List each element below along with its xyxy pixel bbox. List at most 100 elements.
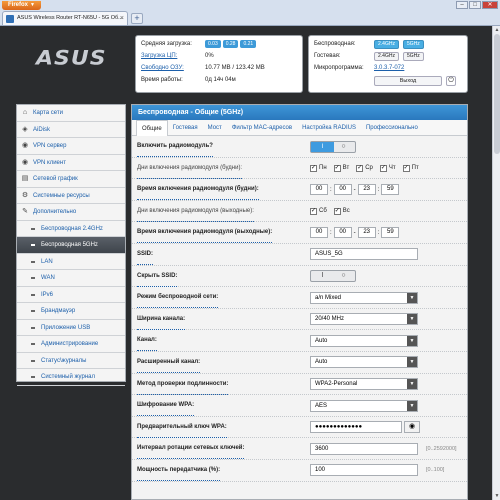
ssid-row: SSID: ASUS_5G bbox=[132, 244, 467, 266]
tab-professional[interactable]: Профессионально bbox=[361, 120, 423, 136]
weekdays-row: Дни включения радиомодуля (будни): ✓ Пн ✓… bbox=[132, 158, 467, 180]
tab-bridge[interactable]: Мост bbox=[203, 120, 227, 136]
enable-radio-row: Включить радиомодуль? I ○ bbox=[132, 136, 467, 158]
traffic-icon: ▤ bbox=[21, 175, 29, 182]
weekday-end-hour-input[interactable]: 23 bbox=[357, 184, 376, 196]
weekend-row: Дни включения радиомодуля (выходные): ✓ С… bbox=[132, 201, 467, 223]
rotation-input[interactable]: 3600 bbox=[310, 442, 418, 455]
sidebar-subitem-syslog[interactable]: Системный журнал bbox=[17, 369, 125, 386]
sidebar-item-resources[interactable]: ⚙ Системные ресурсы bbox=[17, 188, 125, 204]
ssid-label: SSID: bbox=[137, 244, 154, 265]
maximize-button[interactable]: □ bbox=[469, 1, 481, 9]
weekend-end-min-input[interactable]: 59 bbox=[381, 227, 400, 239]
sidebar-subitem-firewall[interactable]: Брандмауэр bbox=[17, 303, 125, 320]
ssid-input[interactable]: ASUS_5G bbox=[310, 248, 418, 261]
weekday-start-hour-input[interactable]: 00 bbox=[310, 184, 328, 196]
sidebar-item-aidisk[interactable]: ◈ AiDisk bbox=[17, 122, 125, 138]
chevron-down-icon: ▼ bbox=[407, 379, 417, 390]
tab-mac-filter[interactable]: Фильтр MAC-адресов bbox=[227, 120, 297, 136]
sidebar: ⌂ Карта сети ◈ AiDisk ◉ VPN сервер ◉ VPN кли… bbox=[16, 104, 126, 386]
cpu-load-value: 0% bbox=[205, 53, 214, 59]
sidebar-subitem-wireless-5[interactable]: Беспроводная 5GHz bbox=[17, 237, 125, 254]
txpower-input[interactable]: 100 bbox=[310, 464, 418, 477]
weekday-tue-checkbox[interactable]: ✓ Вт bbox=[333, 164, 349, 172]
weekday-thu-checkbox[interactable]: ✓ Чт bbox=[379, 164, 396, 172]
sidebar-subitem-status[interactable]: Статус\журналы bbox=[17, 353, 125, 369]
weekend-sat-checkbox[interactable]: ✓ Сб bbox=[310, 207, 327, 215]
encryption-label: Шифрование WPA: bbox=[137, 395, 195, 417]
tab-radius[interactable]: Настройка RADIUS bbox=[297, 120, 361, 136]
tab-general[interactable]: Общие bbox=[136, 119, 168, 136]
aidisk-icon: ◈ bbox=[22, 125, 28, 133]
weekday-start-min-input[interactable]: 00 bbox=[333, 184, 352, 196]
firefox-menu-button[interactable]: Firefox ▼ bbox=[2, 1, 41, 10]
weekend-start-min-input[interactable]: 00 bbox=[333, 227, 352, 239]
enable-radio-label: Включить радиомодуль? bbox=[137, 136, 213, 157]
eye-icon[interactable]: ◉ bbox=[404, 421, 420, 434]
cpu-load-link[interactable]: Загрузка ЦП: bbox=[141, 53, 205, 59]
psk-input[interactable]: ●●●●●●●●●●●●● bbox=[310, 421, 402, 434]
txpower-row: Мощность передатчика (%): 100 [0..100] bbox=[132, 460, 467, 482]
tab-close-icon[interactable]: × bbox=[120, 12, 124, 25]
scroll-up-icon[interactable]: ▲ bbox=[493, 26, 500, 34]
ext-channel-select[interactable]: Auto ▼ bbox=[310, 356, 418, 369]
browser-tab[interactable]: ASUS Wireless Router RT-N65U - 5G Об... … bbox=[2, 11, 128, 25]
channel-width-row: Ширина канала: 20/40 MHz ▼ bbox=[132, 309, 467, 331]
sidebar-item-vpn-client[interactable]: ◉ VPN клиент bbox=[17, 155, 125, 171]
sidebar-item-traffic[interactable]: ▤ Сетевой график bbox=[17, 171, 125, 188]
sidebar-subitem-lan[interactable]: LAN bbox=[17, 254, 125, 270]
weekday-fri-checkbox[interactable]: ✓ Пт bbox=[402, 164, 419, 172]
auth-label: Метод проверки подлинности: bbox=[137, 374, 229, 395]
close-window-button[interactable]: ✕ bbox=[482, 1, 498, 9]
sidebar-subitem-wan[interactable]: WAN bbox=[17, 270, 125, 287]
weekday-time-row: Время включения радиомодуля (будни): 00:… bbox=[132, 179, 467, 201]
free-ram-value: 10.77 MB / 123.42 MB bbox=[205, 65, 265, 71]
free-ram-link[interactable]: Свободно ОЗУ: bbox=[141, 65, 205, 71]
weekday-mon-checkbox[interactable]: ✓ Пн bbox=[310, 164, 327, 172]
channel-width-select[interactable]: 20/40 MHz ▼ bbox=[310, 313, 418, 326]
scroll-down-icon[interactable]: ▼ bbox=[493, 492, 500, 500]
psk-label: Предварительный ключ WPA: bbox=[137, 417, 227, 438]
sidebar-subitem-ipv6[interactable]: IPv6 bbox=[17, 287, 125, 303]
page-scrollbar[interactable]: ▲ ▼ bbox=[492, 26, 500, 500]
logout-button[interactable]: Выход bbox=[374, 76, 442, 86]
weekday-end-min-input[interactable]: 59 bbox=[381, 184, 400, 196]
hide-ssid-toggle[interactable]: I ○ bbox=[310, 270, 356, 283]
sidebar-subitem-wireless-24[interactable]: Беспроводная 2.4GHz bbox=[17, 221, 125, 237]
wireless-24ghz-button[interactable]: 2.4GHz bbox=[374, 39, 399, 49]
new-tab-button[interactable]: + bbox=[131, 13, 143, 24]
wireless-5ghz-button[interactable]: 5GHz bbox=[402, 39, 424, 49]
tab-guest[interactable]: Гостевая bbox=[168, 120, 203, 136]
sidebar-item-vpn-server[interactable]: ◉ VPN сервер bbox=[17, 138, 125, 155]
wireless-label: Беспроводная: bbox=[314, 41, 356, 47]
encryption-select[interactable]: AES ▼ bbox=[310, 399, 418, 412]
txpower-label: Мощность передатчика (%): bbox=[137, 460, 221, 481]
minimize-button[interactable]: – bbox=[456, 1, 468, 9]
sidebar-subitem-admin[interactable]: Администрирование bbox=[17, 336, 125, 353]
weekday-wed-checkbox[interactable]: ✓ Ср bbox=[356, 164, 373, 172]
power-icon[interactable]: ⏻ bbox=[446, 76, 456, 86]
guest-5ghz-button[interactable]: 5GHz bbox=[402, 51, 424, 61]
mode-select[interactable]: a/n Mixed ▼ bbox=[310, 291, 418, 304]
channel-width-label: Ширина канала: bbox=[137, 309, 186, 330]
channel-select[interactable]: Auto ▼ bbox=[310, 334, 418, 347]
settings-tabs: Общие Гостевая Мост Фильтр MAC-адресов Н… bbox=[132, 119, 467, 136]
sidebar-subitem-usb[interactable]: Приложение USB bbox=[17, 320, 125, 336]
weekdays-label: Дни включения радиомодуля (будни): bbox=[137, 158, 243, 179]
wireless-status-panel: Беспроводная: 2.4GHz 5GHz Гостевая: 2.4G… bbox=[308, 35, 468, 93]
weekend-label: Дни включения радиомодуля (выходные): bbox=[137, 201, 254, 222]
sidebar-item-advanced[interactable]: ✎ Дополнительно bbox=[17, 204, 125, 221]
weekend-sun-checkbox[interactable]: ✓ Вс bbox=[333, 207, 350, 215]
enable-radio-toggle[interactable]: I ○ bbox=[310, 140, 356, 153]
weekend-end-hour-input[interactable]: 23 bbox=[357, 227, 376, 239]
firmware-link[interactable]: 3.0.3.7-072 bbox=[374, 65, 404, 71]
scrollbar-thumb[interactable] bbox=[494, 34, 500, 154]
settings-panel: Беспроводная - Общие (5GHz) Общие Гостев… bbox=[131, 104, 468, 500]
auth-select[interactable]: WPA2-Personal ▼ bbox=[310, 378, 418, 391]
sidebar-item-network-map[interactable]: ⌂ Карта сети bbox=[17, 105, 125, 122]
tab-title: ASUS Wireless Router RT-N65U - 5G Об... bbox=[17, 15, 123, 21]
guest-24ghz-button[interactable]: 2.4GHz bbox=[374, 51, 399, 61]
psk-row: Предварительный ключ WPA: ●●●●●●●●●●●●● ◉ bbox=[132, 417, 467, 439]
weekend-start-hour-input[interactable]: 00 bbox=[310, 227, 328, 239]
ext-channel-row: Расширенный канал: Auto ▼ bbox=[132, 352, 467, 374]
